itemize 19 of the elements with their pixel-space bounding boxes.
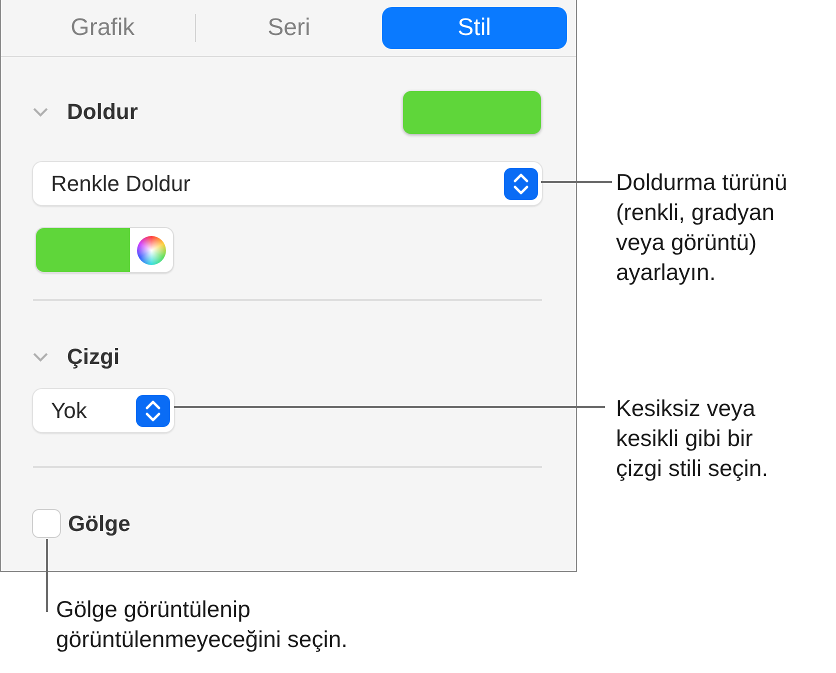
tab[interactable]: Grafik — [10, 7, 196, 49]
tab[interactable]: Stil — [382, 7, 567, 49]
tab[interactable]: Seri — [196, 7, 382, 49]
callout-text: Doldurma türünü (renkli, gradyan veya görüntü) ayarlayın. — [616, 168, 788, 287]
checkbox-label: Gölge — [68, 510, 130, 536]
line-style-popup[interactable]: Yok — [33, 389, 174, 432]
callout-text: Kesiksiz veya kesikli gibi bir çizgi stili seçin. — [616, 394, 768, 483]
section-title: Doldur — [67, 99, 138, 125]
color-picker-button[interactable] — [36, 228, 173, 272]
fill-type-popup[interactable]: Renkle Doldur — [33, 162, 542, 205]
stepper-icon — [504, 166, 538, 200]
callout-text: Gölge görüntülenip görüntülenmeyeceğini seçin. — [56, 595, 348, 654]
checkbox[interactable] — [33, 510, 60, 537]
chevron-icon[interactable] — [33, 107, 48, 117]
stepper-icon — [136, 394, 170, 428]
section-title: Çizgi — [67, 344, 120, 370]
fill-color-well[interactable] — [403, 90, 541, 134]
leader-line — [541, 181, 612, 183]
chevron-icon[interactable] — [33, 352, 48, 362]
